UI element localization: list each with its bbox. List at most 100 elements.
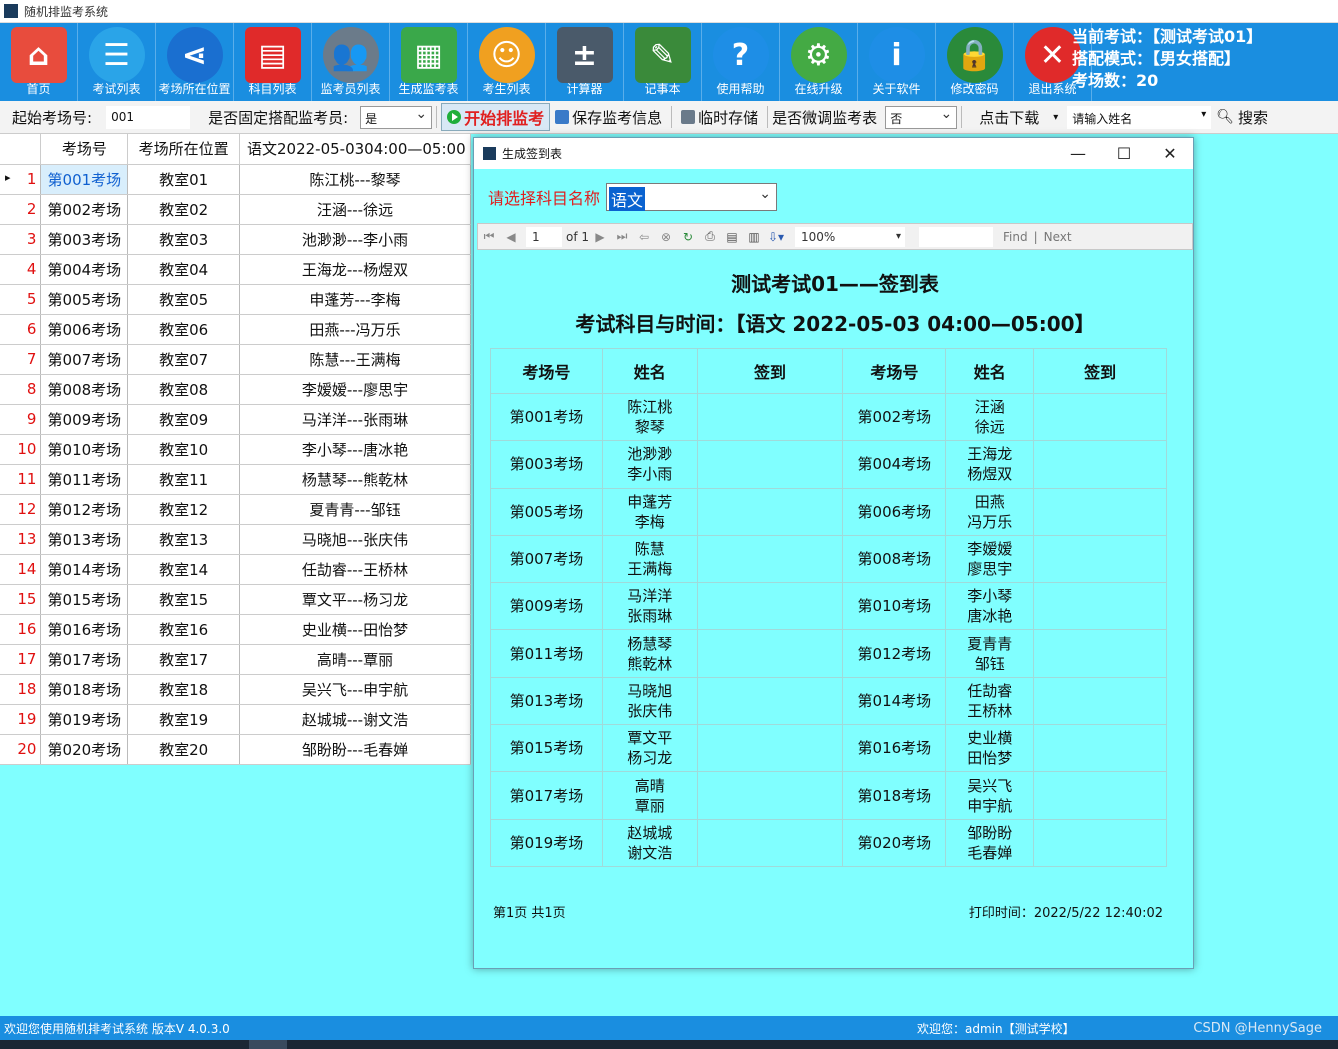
room-cell[interactable]: 第001考场 [40,164,129,195]
fixed-pair-select[interactable]: 是 [360,105,433,129]
grid-row[interactable]: 14 第014考场 教室14 任劼睿---王桥林 [0,554,472,585]
room-cell[interactable]: 第004考场 [40,254,129,285]
room-cell[interactable]: 第003考场 [40,224,129,255]
location-cell[interactable]: 教室12 [127,494,240,525]
room-cell[interactable]: 第016考场 [40,614,129,645]
next-link[interactable]: Next [1044,230,1072,244]
proctor-pair-cell[interactable]: 覃文平---杨习龙 [239,584,472,615]
location-cell[interactable]: 教室10 [127,434,240,465]
room-cell[interactable]: 第012考场 [40,494,129,525]
room-cell[interactable]: 第015考场 [40,584,129,615]
room-cell[interactable]: 第002考场 [40,194,129,225]
location-cell[interactable]: 教室15 [127,584,240,615]
tweak-select[interactable]: 否 [885,105,958,129]
save-info-button[interactable]: 保存监考信息 [550,103,667,131]
stop-icon[interactable]: ⊗ [655,230,677,244]
grid-row[interactable]: 4 第004考场 教室04 王海龙---杨煜双 [0,254,472,285]
row-number[interactable]: 3 [0,224,42,255]
grid-row[interactable]: 5 第005考场 教室05 申蓬芳---李梅 [0,284,472,315]
row-number[interactable]: 18 [0,674,42,705]
ribbon-button-info[interactable]: i 关于软件 [858,23,936,101]
row-number[interactable]: 12 [0,494,42,525]
grid-row[interactable]: 20 第020考场 教室20 邹盼盼---毛春婵 [0,734,472,765]
grid-row[interactable]: 9 第009考场 教室09 马洋洋---张雨琳 [0,404,472,435]
ribbon-button-table[interactable]: ▦ 生成监考表 [390,23,468,101]
row-number[interactable]: 14 [0,554,42,585]
location-cell[interactable]: 教室06 [127,314,240,345]
proctor-pair-cell[interactable]: 李小琴---唐冰艳 [239,434,472,465]
room-cell[interactable]: 第014考场 [40,554,129,585]
ribbon-button-book[interactable]: ▤ 科目列表 [234,23,312,101]
proctor-pair-cell[interactable]: 高晴---覃丽 [239,644,472,675]
location-cell[interactable]: 教室07 [127,344,240,375]
prev-page-icon[interactable]: ◀ [500,230,522,244]
subject-select[interactable]: 语文 ⌄ [606,183,778,211]
page-number-input[interactable]: 1 [526,226,562,247]
proctor-pair-cell[interactable]: 陈慧---王满梅 [239,344,472,375]
row-number[interactable]: 5 [0,284,42,315]
grid-header-room[interactable]: 考场号 [40,134,129,165]
proctor-pair-cell[interactable]: 吴兴飞---申宇航 [239,674,472,705]
row-number[interactable]: 8 [0,374,42,405]
search-button[interactable]: 🔍︎ 搜索 [1211,103,1273,131]
location-cell[interactable]: 教室17 [127,644,240,675]
grid-row[interactable]: 2 第002考场 教室02 汪涵---徐远 [0,194,472,225]
room-cell[interactable]: 第011考场 [40,464,129,495]
proctor-pair-cell[interactable]: 汪涵---徐远 [239,194,472,225]
row-number[interactable]: 16 [0,614,42,645]
room-cell[interactable]: 第013考场 [40,524,129,555]
ribbon-button-help[interactable]: ? 使用帮助 [702,23,780,101]
grid-row[interactable]: 19 第019考场 教室19 赵城城---谢文浩 [0,704,472,735]
room-cell[interactable]: 第019考场 [40,704,129,735]
close-icon[interactable]: ✕ [1147,138,1193,169]
ribbon-button-list[interactable]: ☰ 考试列表 [78,23,156,101]
find-input[interactable] [919,226,994,247]
proctor-pair-cell[interactable]: 李嫒嫒---廖思宇 [239,374,472,405]
grid-row[interactable]: 11 第011考场 教室11 杨慧琴---熊乾林 [0,464,472,495]
room-cell[interactable]: 第020考场 [40,734,129,765]
proctor-pair-cell[interactable]: 杨慧琴---熊乾林 [239,464,472,495]
proctor-pair-cell[interactable]: 田燕---冯万乐 [239,314,472,345]
print-layout-icon[interactable]: ▤ [721,230,743,244]
start-room-input[interactable]: 001 [106,105,191,129]
temp-save-button[interactable]: 临时存储 [676,103,763,131]
grid-row[interactable]: 1 ▸ 第001考场 教室01 陈江桃---黎琴 [0,164,472,195]
proctor-pair-cell[interactable]: 池渺渺---李小雨 [239,224,472,255]
room-cell[interactable]: 第007考场 [40,344,129,375]
room-cell[interactable]: 第006考场 [40,314,129,345]
location-cell[interactable]: 教室11 [127,464,240,495]
page-setup-icon[interactable]: ▥ [743,230,765,244]
row-number[interactable]: 11 [0,464,42,495]
row-number[interactable]: 20 [0,734,42,765]
row-number[interactable]: 4 [0,254,42,285]
proctor-pair-cell[interactable]: 史业横---田怡梦 [239,614,472,645]
room-cell[interactable]: 第005考场 [40,284,129,315]
room-cell[interactable]: 第017考场 [40,644,129,675]
name-search-input[interactable]: 请输入姓名 ▾ [1067,105,1212,129]
export-icon[interactable]: ⇩▾ [765,230,787,244]
zoom-select[interactable]: 100% [795,226,906,247]
grid-row[interactable]: 15 第015考场 教室15 覃文平---杨习龙 [0,584,472,615]
ribbon-button-users[interactable]: 👥 监考员列表 [312,23,390,101]
maximize-icon[interactable]: ☐ [1101,138,1147,169]
location-cell[interactable]: 教室13 [127,524,240,555]
row-number[interactable]: 13 [0,524,42,555]
proctor-pair-cell[interactable]: 任劼睿---王桥林 [239,554,472,585]
location-cell[interactable]: 教室19 [127,704,240,735]
grid-row[interactable]: 8 第008考场 教室08 李嫒嫒---廖思宇 [0,374,472,405]
row-number[interactable]: 17 [0,644,42,675]
proctor-pair-cell[interactable]: 赵城城---谢文浩 [239,704,472,735]
first-page-icon[interactable]: ⏮ [478,229,500,244]
row-number[interactable]: 19 [0,704,42,735]
location-cell[interactable]: 教室14 [127,554,240,585]
grid-header-location[interactable]: 考场所在位置 [127,134,240,165]
room-cell[interactable]: 第018考场 [40,674,129,705]
proctor-pair-cell[interactable]: 夏青青---邹钰 [239,494,472,525]
proctor-pair-cell[interactable]: 申蓬芳---李梅 [239,284,472,315]
ribbon-button-share[interactable]: ⋖ 考场所在位置 [156,23,234,101]
row-number[interactable]: 15 [0,584,42,615]
grid-row[interactable]: 7 第007考场 教室07 陈慧---王满梅 [0,344,472,375]
grid-row[interactable]: 10 第010考场 教室10 李小琴---唐冰艳 [0,434,472,465]
location-cell[interactable]: 教室09 [127,404,240,435]
proctor-pair-cell[interactable]: 王海龙---杨煜双 [239,254,472,285]
